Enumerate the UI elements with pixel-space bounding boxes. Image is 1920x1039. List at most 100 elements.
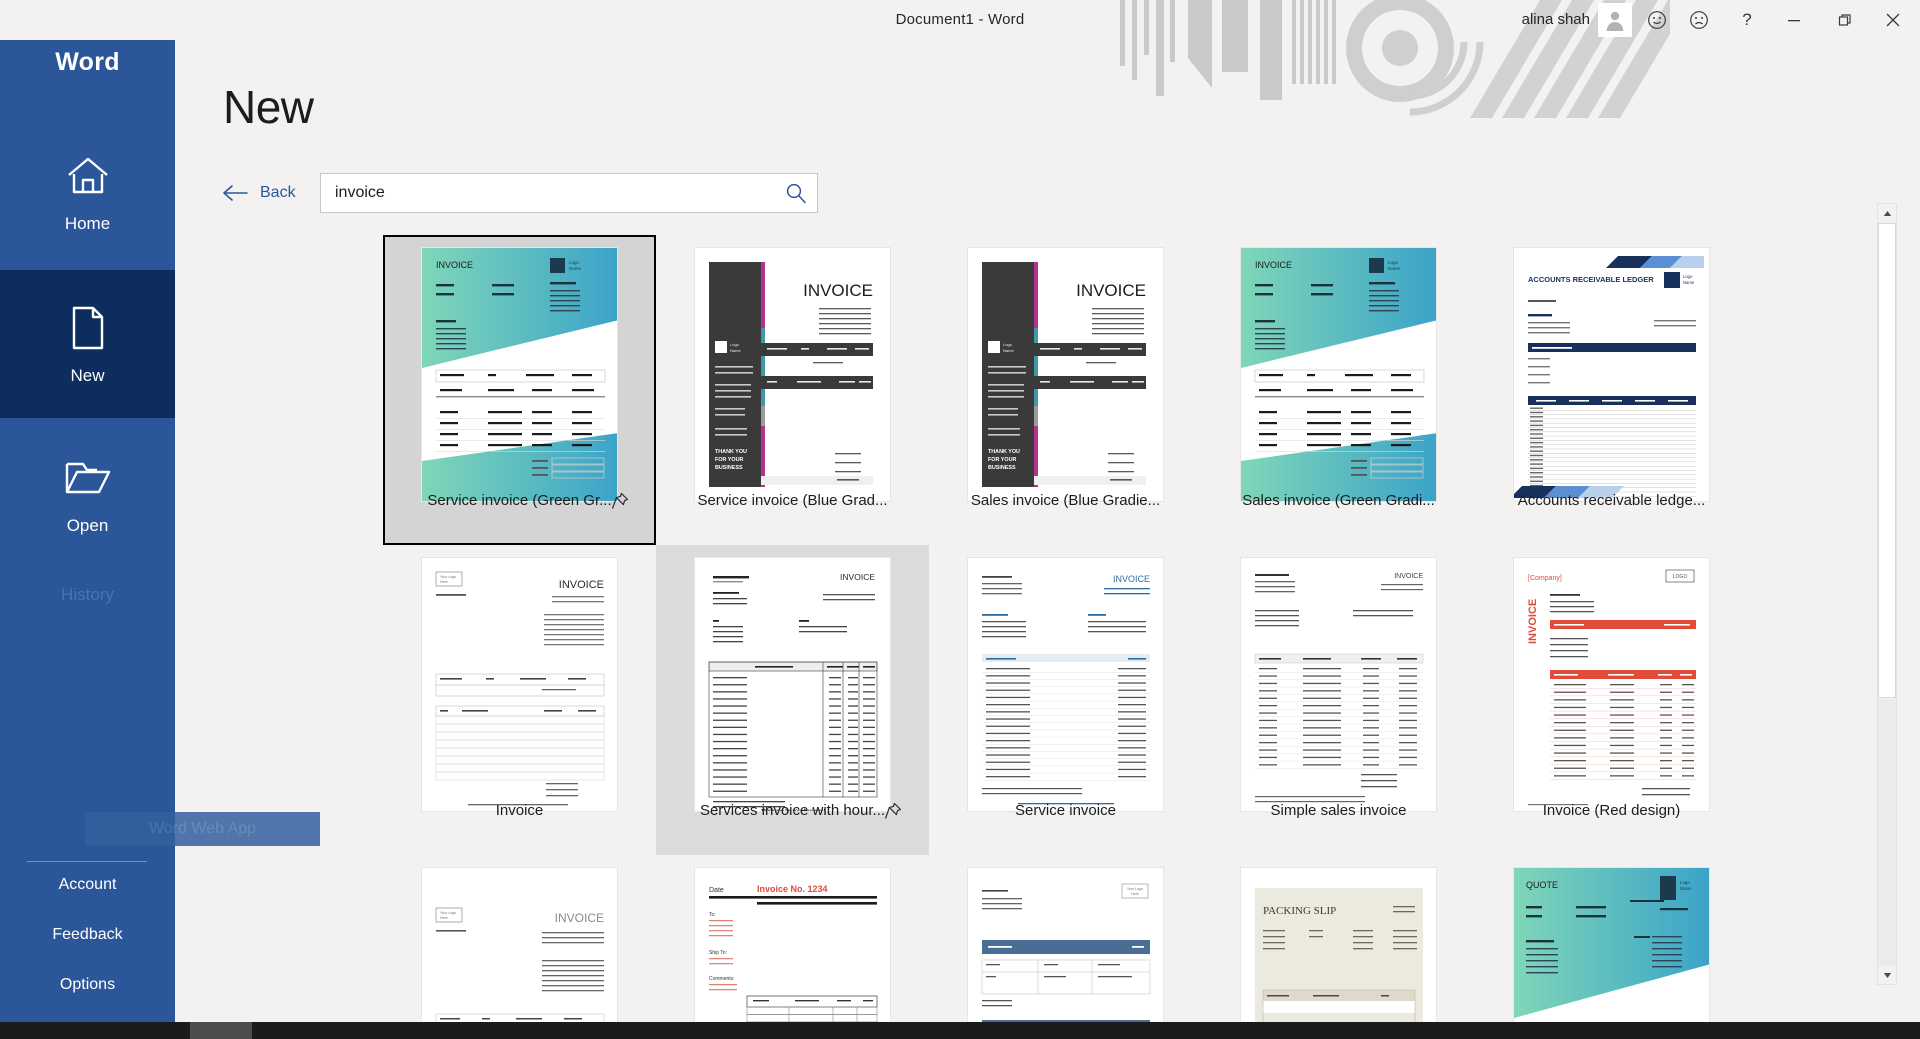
thumbnail-art: INVOICE [695,558,890,811]
svg-text:Comments:: Comments: [709,976,735,982]
template-card-label: Service invoice [1015,802,1116,819]
thumbnail-art: INVOICE Logo Name [422,248,617,501]
thumbnail-art: PACKING SLIP [1241,868,1436,1022]
thumbnail-art: Your Logo Here INVOICE [422,558,617,811]
template-thumbnail: Date Invoice No. 1234 To: Ship To: Comme… [694,867,891,1022]
sidebar-item-open[interactable]: Open [0,420,175,568]
svg-text:Logo: Logo [1003,342,1013,347]
scrollbar-thumb[interactable] [1878,223,1896,698]
scroll-up-arrow-icon[interactable] [1878,204,1896,222]
svg-text:LOGO: LOGO [1673,574,1688,580]
back-button[interactable]: Back [223,173,296,213]
svg-text:Name: Name [1003,348,1014,353]
sidebar-item-home[interactable]: Home [0,118,175,266]
template-card[interactable]: Your Logo Here INVOICE Invoice [383,545,656,855]
sidebar-item-feedback[interactable]: Feedback [0,926,175,944]
svg-text:Ship To:: Ship To: [709,950,727,956]
svg-text:THANK YOU: THANK YOU [715,449,747,455]
svg-text:[Company]: [Company] [1528,575,1562,582]
svg-text:Here: Here [440,580,448,584]
template-card[interactable]: Your Logo Here [929,855,1202,1022]
svg-text:Name: Name [1388,266,1401,271]
template-search-box[interactable] [320,173,818,213]
page-title: New [223,81,314,133]
search-input[interactable] [321,174,776,212]
svg-text:Your Logo: Your Logo [440,911,456,915]
sidebar-item-label: Home [64,214,111,233]
template-card[interactable]: PACKING SLIP [1202,855,1475,1022]
template-card[interactable]: Date Invoice No. 1234 To: Ship To: Comme… [656,855,929,1022]
template-card[interactable]: Logo Name THANK YOU FOR YOUR BUSINESS IN… [656,235,929,545]
thumbnail-art: [Company] LOGO INVOICE [1514,558,1709,811]
svg-text:Invoice No. 1234: Invoice No. 1234 [757,884,828,894]
taskbar-active-item[interactable] [190,1022,252,1039]
template-card[interactable]: INVOICE [656,545,929,855]
svg-text:QUOTE: QUOTE [1526,880,1558,890]
pin-icon[interactable] [883,801,903,821]
template-thumbnail: Your Logo Here INVOICE [421,867,618,1022]
svg-text:Logo: Logo [1680,880,1690,885]
pin-icon[interactable] [610,491,630,511]
window-title: Document1 - Word [895,11,1025,28]
thumbnail-art: INVOICE [1241,558,1436,811]
template-card[interactable]: Logo Name THANK YOU FOR YOUR BUSINESS IN… [929,235,1202,545]
template-card[interactable]: INVOICE [929,545,1202,855]
template-card[interactable]: Your Logo Here INVOICE [383,855,656,1022]
template-thumbnail: ACCOUNTS RECEIVABLE LEDGER Logo Name [1513,247,1710,502]
sidebar-item-history[interactable]: History [0,585,175,605]
vertical-scrollbar[interactable] [1877,203,1897,985]
thumbnail-art: Logo Name THANK YOU FOR YOUR BUSINESS IN… [968,248,1163,501]
scrollbar-track[interactable] [1878,699,1896,967]
windows-taskbar[interactable] [0,1022,1920,1039]
close-icon[interactable] [1870,0,1916,40]
template-thumbnail: PACKING SLIP [1240,867,1437,1022]
template-thumbnail: INVOICE Logo Name [1240,247,1437,502]
template-card[interactable]: ACCOUNTS RECEIVABLE LEDGER Logo Name Acc… [1475,235,1748,545]
template-card-label: Invoice (Red design) [1542,802,1681,819]
scroll-down-arrow-icon[interactable] [1878,966,1896,984]
ghost-tooltip: Word Web App [85,812,320,846]
thumbnail-art: Your Logo Here INVOICE [422,868,617,1022]
back-label: Back [260,184,296,201]
template-card[interactable]: INVOICE Logo Name [383,235,656,545]
template-card-label: Accounts receivable ledge... [1517,492,1706,509]
sidebar-item-options[interactable]: Options [0,976,175,994]
template-thumbnail: Your Logo Here [967,867,1164,1022]
svg-text:INVOICE: INVOICE [559,579,604,591]
search-icon[interactable] [781,179,811,207]
template-card[interactable]: INVOICE Logo Name [1202,235,1475,545]
minimize-icon[interactable] [1771,0,1817,40]
svg-text:Date: Date [709,887,724,894]
svg-text:Here: Here [1131,892,1139,896]
svg-text:INVOICE: INVOICE [1076,281,1146,300]
left-navigation-rail: Word Home New Open History Word Web App … [0,0,320,1022]
sidebar-item-account[interactable]: Account [0,876,175,894]
svg-text:INVOICE: INVOICE [555,911,604,925]
svg-text:INVOICE: INVOICE [1527,599,1539,644]
home-icon [66,150,110,202]
word-backstage-window: Document1 - Word alina shah ? Word Home … [0,0,1920,1039]
svg-text:BUSINESS: BUSINESS [715,465,743,471]
template-card[interactable]: INVOICE [1202,545,1475,855]
sidebar-item-label: Open [66,516,109,535]
svg-text:INVOICE: INVOICE [1113,574,1150,584]
smiley-face-icon[interactable] [1634,0,1680,40]
restore-icon[interactable] [1822,0,1868,40]
svg-text:Logo: Logo [730,342,740,347]
template-card-label: Invoice [495,802,544,819]
template-card[interactable]: [Company] LOGO INVOICE Invoice (Red desi… [1475,545,1748,855]
avatar[interactable] [1598,3,1632,37]
folder-icon [64,452,112,504]
sidebar-item-label: New [70,366,105,385]
svg-text:Your Logo: Your Logo [1127,887,1143,891]
sidebar-item-new[interactable]: New [0,270,175,418]
title-bar: Document1 - Word alina shah ? [0,0,1920,118]
frowny-face-icon[interactable] [1676,0,1722,40]
backstage-main-pane: New Back invoice INVOICE Logo Name Servi… [175,40,1920,1022]
svg-text:INVOICE: INVOICE [1255,260,1292,270]
help-icon[interactable]: ? [1724,0,1770,40]
template-gallery: INVOICE Logo Name Service invoice (Green… [383,235,1920,1022]
app-brand-label: Word [55,48,120,76]
template-thumbnail: [Company] LOGO INVOICE [1513,557,1710,812]
template-card[interactable]: QUOTE Logo Name [1475,855,1748,1022]
